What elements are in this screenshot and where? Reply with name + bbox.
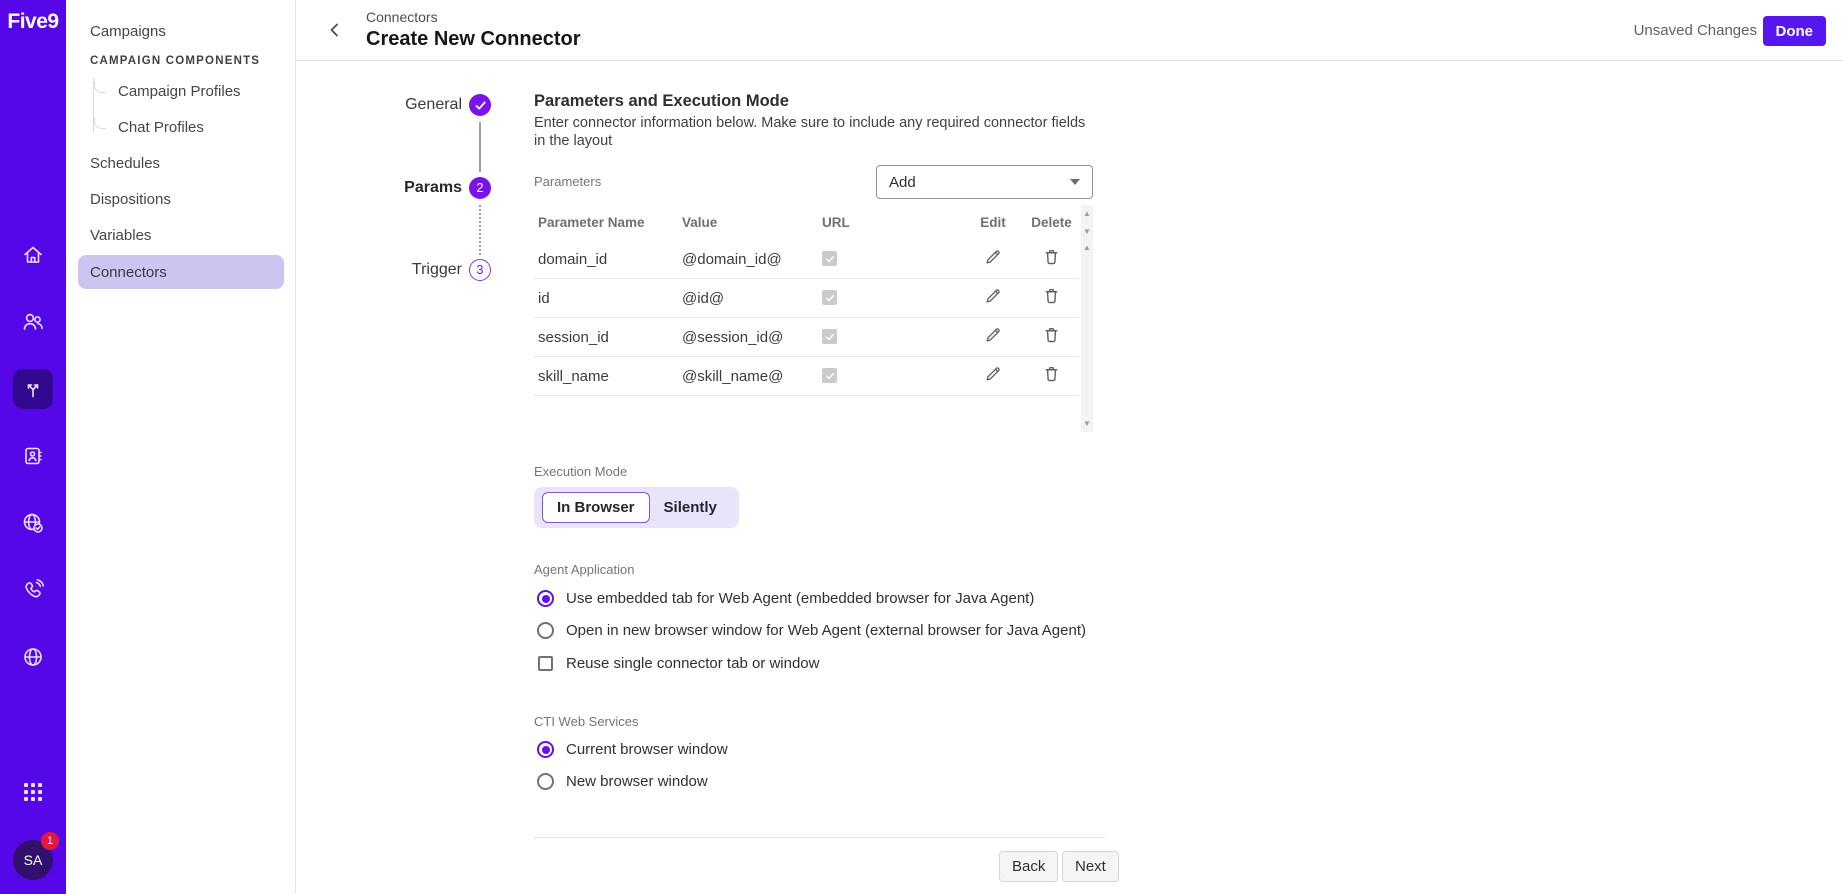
- radio-selected-icon: [537, 590, 554, 607]
- execution-mode-label: Execution Mode: [534, 464, 628, 479]
- cti-web-services-label: CTI Web Services: [534, 714, 639, 729]
- globe-check-icon[interactable]: [13, 503, 53, 543]
- chevron-down-icon: [1070, 179, 1080, 185]
- nav-item-campaign-profiles[interactable]: Campaign Profiles: [78, 74, 284, 108]
- radio-unselected-icon: [537, 773, 554, 790]
- nav-item-campaigns[interactable]: Campaigns: [78, 14, 284, 48]
- back-button[interactable]: Back: [999, 851, 1059, 882]
- home-icon[interactable]: [13, 235, 53, 275]
- nav-item-variables[interactable]: Variables: [78, 218, 284, 252]
- url-checkbox[interactable]: [822, 290, 837, 305]
- page-header: Connectors Create New Connector Unsaved …: [296, 0, 1843, 61]
- radio-embedded-tab[interactable]: Use embedded tab for Web Agent (embedded…: [537, 590, 1034, 607]
- add-dropdown-value: Add: [889, 173, 916, 191]
- delete-trash-icon[interactable]: [1043, 326, 1060, 344]
- footer-divider: [534, 837, 1105, 838]
- url-checkbox[interactable]: [822, 251, 837, 266]
- section-subtitle: Enter connector information below. Make …: [534, 115, 1086, 149]
- url-checkbox[interactable]: [822, 368, 837, 383]
- notification-badge: 1: [41, 832, 59, 850]
- users-icon[interactable]: [13, 302, 53, 342]
- done-button[interactable]: Done: [1762, 16, 1826, 46]
- table-header-row: Parameter Name Value URL Edit Delete: [534, 205, 1079, 240]
- delete-trash-icon[interactable]: [1043, 287, 1060, 305]
- table-row: domain_id @domain_id@: [534, 240, 1079, 279]
- apps-grid-icon[interactable]: [22, 781, 44, 808]
- col-delete: Delete: [1031, 215, 1072, 230]
- table-scrollbar[interactable]: ▲ ▼ ▲ ▼: [1081, 205, 1093, 432]
- five9-logo: Five9: [7, 10, 59, 33]
- edit-pencil-icon[interactable]: [984, 287, 1002, 305]
- col-url: URL: [822, 215, 850, 230]
- nav-item-connectors[interactable]: Connectors: [78, 255, 284, 289]
- step-params-label[interactable]: Params: [352, 179, 462, 197]
- table-row: skill_name @skill_name@: [534, 357, 1079, 396]
- side-nav: Campaigns CAMPAIGN COMPONENTS Campaign P…: [66, 0, 296, 894]
- delete-trash-icon[interactable]: [1043, 365, 1060, 383]
- nav-section-campaign-components: CAMPAIGN COMPONENTS: [90, 55, 261, 67]
- contacts-book-icon[interactable]: [13, 436, 53, 476]
- url-checkbox[interactable]: [822, 329, 837, 344]
- step-general-check-icon[interactable]: [469, 94, 491, 116]
- table-row: session_id @session_id@: [534, 318, 1079, 357]
- execution-mode-toggle: In Browser Silently: [534, 487, 739, 528]
- unsaved-changes-status: Unsaved Changes: [1633, 22, 1757, 39]
- col-parameter-name: Parameter Name: [538, 215, 645, 230]
- next-button[interactable]: Next: [1062, 851, 1119, 882]
- nav-item-dispositions[interactable]: Dispositions: [78, 182, 284, 216]
- nav-item-schedules[interactable]: Schedules: [78, 146, 284, 180]
- section-heading: Parameters and Execution Mode: [534, 92, 789, 110]
- connectors-icon[interactable]: [13, 369, 53, 409]
- globe-icon[interactable]: [13, 637, 53, 677]
- user-avatar[interactable]: SA 1: [13, 832, 59, 880]
- edit-pencil-icon[interactable]: [984, 248, 1002, 266]
- app-rail: Five9 SA 1: [0, 0, 66, 894]
- nav-item-chat-profiles[interactable]: Chat Profiles: [78, 110, 284, 144]
- page-title: Create New Connector: [366, 28, 581, 50]
- checkbox-reuse-connector-tab[interactable]: Reuse single connector tab or window: [537, 655, 819, 672]
- add-parameter-dropdown[interactable]: Add: [876, 165, 1093, 199]
- radio-current-browser-window[interactable]: Current browser window: [537, 741, 728, 758]
- step-general-label[interactable]: General: [352, 96, 462, 114]
- radio-new-browser-window[interactable]: Open in new browser window for Web Agent…: [537, 622, 1086, 639]
- step-connector-dotted-line: [479, 205, 481, 255]
- execution-mode-in-browser[interactable]: In Browser: [542, 492, 650, 523]
- radio-new-browser-window-cti[interactable]: New browser window: [537, 773, 708, 790]
- col-value: Value: [682, 215, 718, 230]
- execution-mode-silently[interactable]: Silently: [650, 493, 731, 522]
- col-edit: Edit: [980, 215, 1006, 230]
- parameters-table: Parameter Name Value URL Edit Delete dom…: [534, 205, 1079, 396]
- step-params-badge[interactable]: 2: [469, 177, 491, 199]
- radio-selected-icon: [537, 741, 554, 758]
- step-trigger-label[interactable]: Trigger: [352, 261, 462, 279]
- checkbox-unchecked-icon: [538, 656, 553, 671]
- table-row: id @id@: [534, 279, 1079, 318]
- phone-icon[interactable]: [13, 570, 53, 610]
- step-connector-line: [479, 122, 481, 172]
- delete-trash-icon[interactable]: [1043, 248, 1060, 266]
- agent-application-label: Agent Application: [534, 562, 635, 577]
- radio-unselected-icon: [537, 622, 554, 639]
- edit-pencil-icon[interactable]: [984, 365, 1002, 383]
- breadcrumb: Connectors: [366, 9, 438, 25]
- parameters-label: Parameters: [534, 174, 602, 189]
- edit-pencil-icon[interactable]: [984, 326, 1002, 344]
- back-chevron-icon[interactable]: [322, 17, 348, 43]
- step-trigger-badge[interactable]: 3: [469, 259, 491, 281]
